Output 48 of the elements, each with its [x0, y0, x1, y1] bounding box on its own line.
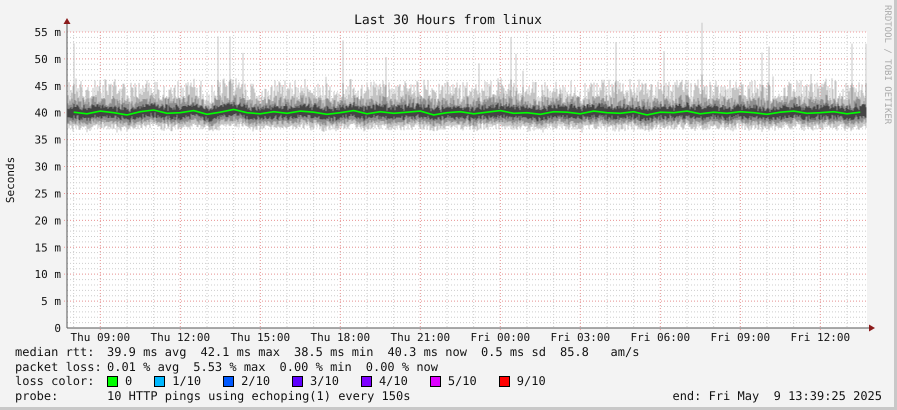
axis-label: Thu 18:00 — [310, 331, 370, 344]
legend-value: 0.5 ms sd — [480, 345, 546, 360]
legend-value: 5/10 — [448, 374, 477, 388]
legend-label: packet loss: — [15, 360, 103, 374]
axis-label: Fri 06:00 — [630, 331, 690, 344]
legend-value: 0.01 % avg — [107, 360, 180, 374]
legend-label: probe: — [15, 388, 60, 403]
legend-value: 0 — [125, 374, 132, 388]
axis-label: Fri 00:00 — [470, 331, 530, 344]
end-time: end: Fri May 9 13:39:25 2025 — [672, 388, 882, 403]
axis-label: 45 m — [34, 80, 61, 93]
legend-value: 5.53 % max — [193, 360, 266, 374]
legend-value: 0.00 % min — [280, 360, 352, 374]
axis-label: Thu 09:00 — [70, 331, 130, 344]
legend-value: 1/10 — [172, 374, 202, 388]
legend-value: 39.9 ms avg — [107, 345, 186, 360]
legend-value: 38.5 ms min — [294, 345, 374, 360]
axis-label: Thu 12:00 — [150, 331, 210, 344]
axis-title: Seconds — [4, 156, 17, 204]
axis-label: Fri 09:00 — [710, 331, 770, 344]
legend-value: 42.1 ms max — [200, 345, 280, 360]
axis-label: 5 m — [41, 295, 61, 308]
axis-label: Thu 21:00 — [390, 331, 450, 344]
legend-value: 40.3 ms now — [387, 345, 467, 360]
axis-label: 20 m — [34, 214, 61, 228]
axis-label: 55 m — [34, 26, 61, 39]
axis-label: 30 m — [34, 160, 61, 174]
credit-text: RRDTOOL / TOBI OETIKER — [882, 5, 892, 124]
probe-text: 10 HTTP pings using echoping(1) every 150s — [107, 388, 410, 403]
legend-value: 9/10 — [516, 374, 546, 388]
axis-label: 15 m — [34, 241, 61, 254]
legend-value: 2/10 — [241, 374, 270, 388]
legend-value: 0.00 % now — [366, 360, 438, 374]
axis-label: 10 m — [34, 268, 61, 282]
axis-label: Fri 03:00 — [550, 331, 610, 344]
axis-label: 35 m — [34, 134, 61, 147]
legend-label: loss color: — [15, 374, 96, 388]
legend-label: median rtt: — [15, 345, 96, 360]
legend-value: 4/10 — [378, 374, 408, 388]
legend-value: 85.8 am/s — [560, 345, 640, 360]
axis-label: 40 m — [34, 106, 61, 120]
axis-label: Thu 15:00 — [230, 331, 290, 344]
axis-label: 0 — [54, 322, 61, 335]
axis-label: 25 m — [34, 187, 61, 200]
chart-title: Last 30 Hours from linux — [354, 13, 542, 28]
axis-label: Fri 12:00 — [790, 331, 850, 344]
axis-label: 50 m — [34, 52, 61, 66]
legend-value: 3/10 — [310, 374, 339, 388]
